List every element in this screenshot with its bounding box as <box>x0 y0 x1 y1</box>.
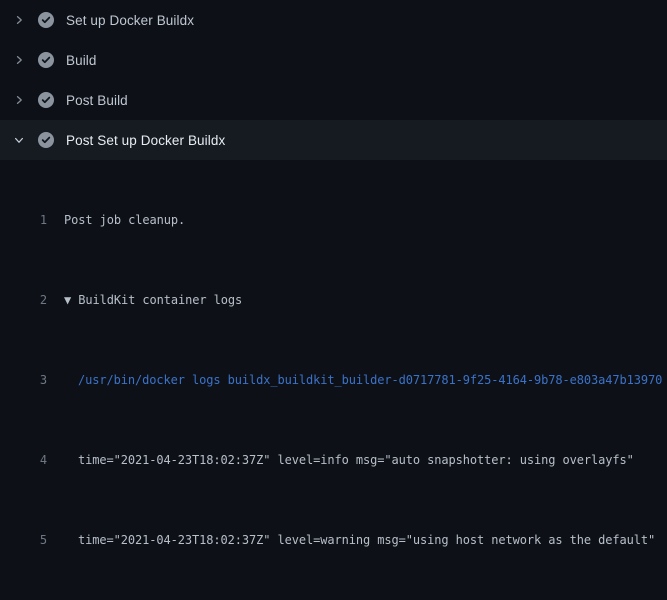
chevron-right-icon <box>12 53 26 67</box>
step-label: Post Set up Docker Buildx <box>66 133 225 148</box>
line-text: time="2021-04-23T18:02:37Z" level=info m… <box>78 450 634 470</box>
chevron-down-icon <box>12 133 26 147</box>
chevron-right-icon <box>12 93 26 107</box>
steps-list: Set up Docker Buildx Build <box>0 0 667 160</box>
log-line: 5 time="2021-04-23T18:02:37Z" level=warn… <box>0 530 667 550</box>
step-row-set-up-docker-buildx[interactable]: Set up Docker Buildx <box>0 0 667 40</box>
line-text: Post job cleanup. <box>64 210 185 230</box>
line-number[interactable]: 5 <box>0 530 47 550</box>
step-row-build[interactable]: Build <box>0 40 667 80</box>
chevron-right-icon <box>12 13 26 27</box>
step-label: Set up Docker Buildx <box>66 13 194 28</box>
log-output: 1 Post job cleanup. 2 ▼ BuildKit contain… <box>0 160 667 600</box>
check-circle-icon <box>38 52 54 68</box>
check-circle-icon <box>38 92 54 108</box>
step-row-post-build[interactable]: Post Build <box>0 80 667 120</box>
log-line: 4 time="2021-04-23T18:02:37Z" level=info… <box>0 450 667 470</box>
check-circle-icon <box>38 132 54 148</box>
line-number[interactable]: 3 <box>0 370 47 390</box>
line-number[interactable]: 4 <box>0 450 47 470</box>
check-circle-icon <box>38 12 54 28</box>
line-text: ▼ BuildKit container logs <box>64 290 242 310</box>
step-row-post-set-up-docker-buildx[interactable]: Post Set up Docker Buildx <box>0 120 667 160</box>
step-label: Post Build <box>66 93 128 108</box>
line-text: time="2021-04-23T18:02:37Z" level=warnin… <box>78 530 655 550</box>
step-label: Build <box>66 53 97 68</box>
log-line: 1 Post job cleanup. <box>0 210 667 230</box>
log-line: 2 ▼ BuildKit container logs <box>0 290 667 310</box>
log-line: 3 /usr/bin/docker logs buildx_buildkit_b… <box>0 370 667 390</box>
line-number[interactable]: 1 <box>0 210 47 230</box>
line-number[interactable]: 2 <box>0 290 47 310</box>
line-text: /usr/bin/docker logs buildx_buildkit_bui… <box>78 370 662 390</box>
